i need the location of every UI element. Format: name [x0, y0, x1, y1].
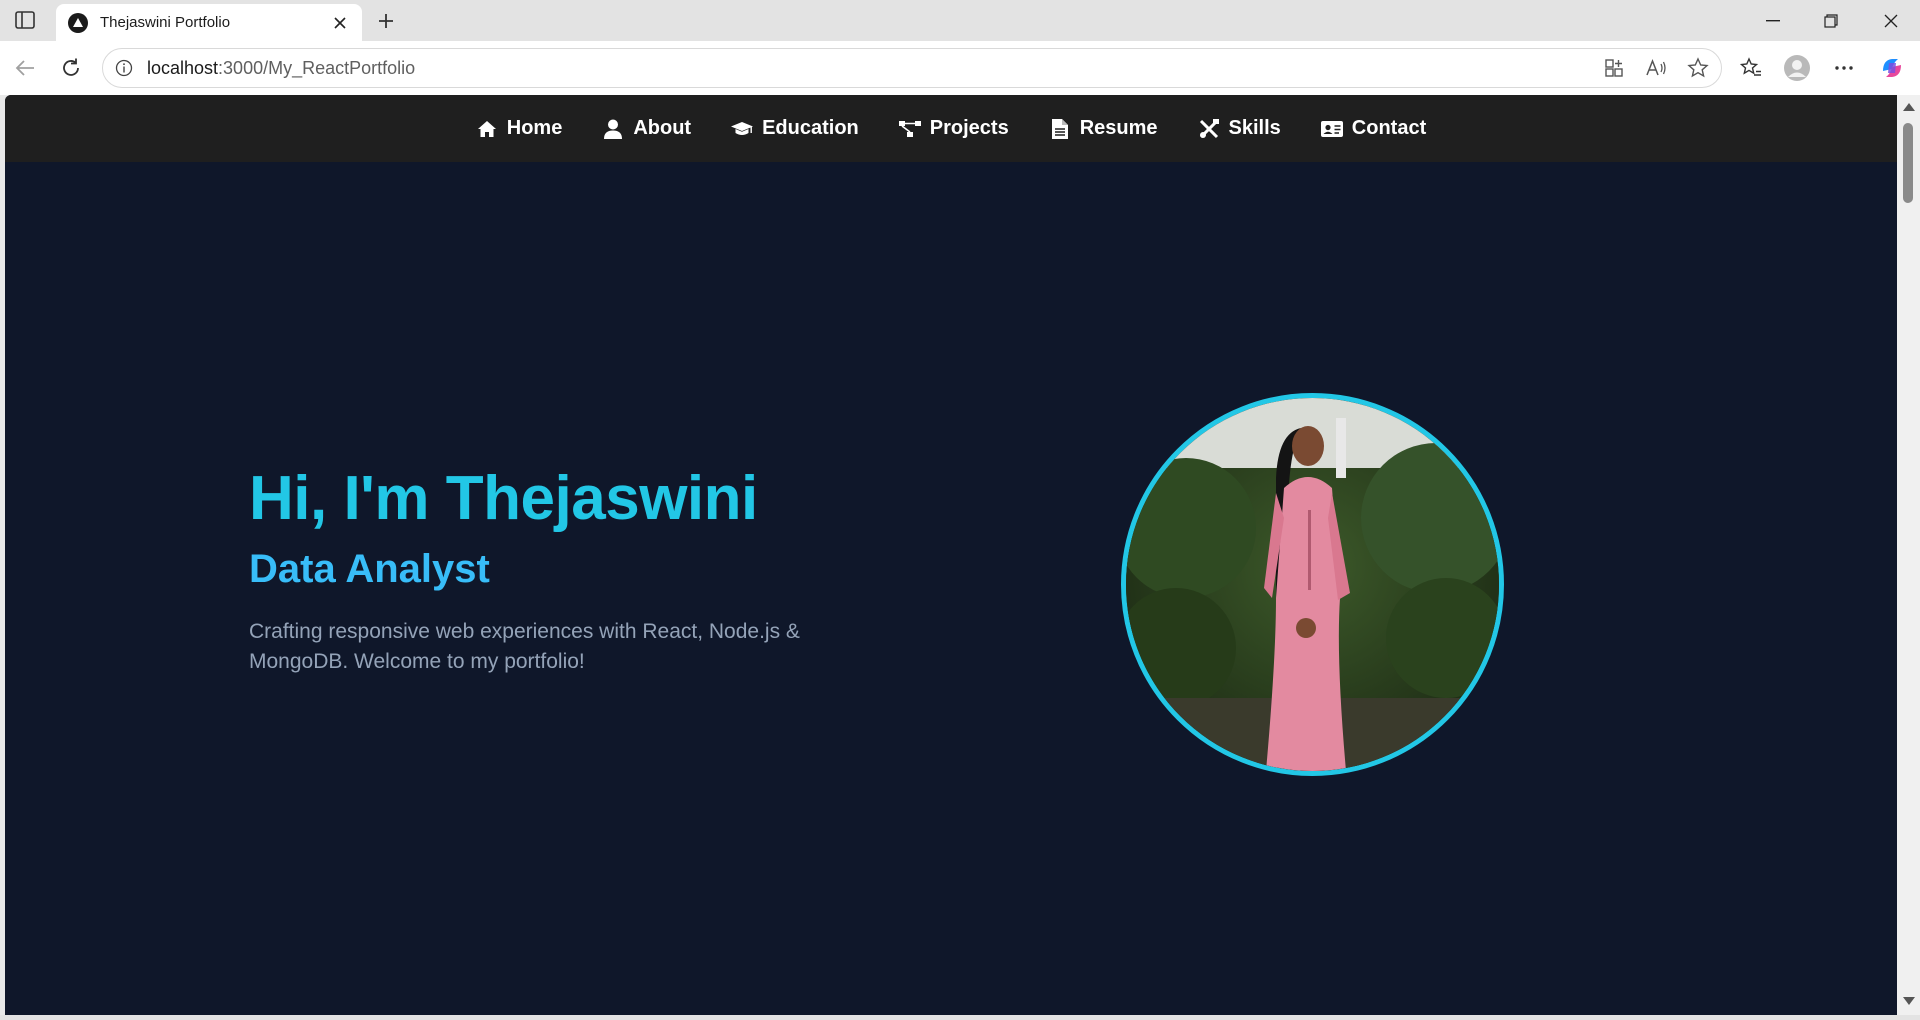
nav-home[interactable]: Home: [476, 117, 563, 140]
new-tab-icon[interactable]: [372, 8, 400, 34]
nav-about[interactable]: About: [602, 117, 691, 140]
tab-strip: Thejaswini Portfolio: [0, 0, 1920, 41]
nav-label: About: [633, 117, 692, 139]
hero-text: Hi, I'm Thejaswini Data Analyst Crafting…: [249, 464, 889, 677]
tab-favicon-icon: [68, 12, 88, 33]
back-icon[interactable]: [8, 51, 42, 85]
home-icon: [476, 118, 498, 140]
window-bottom-edge: [0, 1015, 1920, 1020]
site-navbar: Home About Education Projects Resume Ski…: [5, 95, 1897, 162]
page-scrollbar[interactable]: [1897, 95, 1920, 1015]
nav-resume[interactable]: Resume: [1049, 117, 1158, 140]
file-icon: [1049, 118, 1071, 140]
scroll-up-icon[interactable]: [1902, 101, 1915, 113]
restore-icon[interactable]: [1802, 0, 1860, 41]
scroll-down-icon[interactable]: [1902, 995, 1915, 1007]
hero-title: Hi, I'm Thejaswini: [249, 464, 758, 533]
favorite-star-icon[interactable]: [1685, 55, 1711, 81]
nav-label: Resume: [1079, 117, 1158, 139]
sidebar-toggle-icon[interactable]: [12, 9, 38, 31]
minimize-icon[interactable]: [1744, 0, 1802, 41]
nav-projects[interactable]: Projects: [898, 117, 1009, 140]
nav-label: Education: [762, 117, 859, 139]
nav-label: Projects: [929, 117, 1009, 139]
tab-close-icon[interactable]: [330, 13, 350, 33]
hero-description: Crafting responsive web experiences with…: [249, 620, 800, 674]
page-viewport: Home About Education Projects Resume Ski…: [5, 95, 1897, 1015]
more-options-icon[interactable]: [1827, 51, 1861, 85]
scroll-thumb[interactable]: [1903, 123, 1913, 203]
graduation-cap-icon: [731, 118, 754, 140]
nav-label: Skills: [1228, 117, 1281, 139]
refresh-icon[interactable]: [54, 51, 88, 85]
nav-contact[interactable]: Contact: [1320, 117, 1427, 140]
site-info-icon[interactable]: [113, 57, 135, 79]
profile-photo-image: [1126, 398, 1499, 771]
nav-skills[interactable]: Skills: [1198, 117, 1281, 140]
nav-label: Contact: [1351, 117, 1427, 139]
nav-label: Home: [506, 117, 563, 139]
profile-avatar-icon[interactable]: [1780, 51, 1814, 85]
favorites-icon[interactable]: [1734, 51, 1768, 85]
browser-toolbar: localhost:3000/My_ReactPortfolio: [0, 41, 1920, 95]
profile-photo: [1121, 393, 1504, 776]
tools-icon: [1198, 118, 1220, 140]
copilot-icon[interactable]: [1875, 51, 1909, 85]
nav-education[interactable]: Education: [731, 117, 859, 140]
browser-tab[interactable]: Thejaswini Portfolio: [56, 4, 362, 41]
app-available-icon[interactable]: [1601, 55, 1627, 81]
hero-subtitle: Data Analyst: [249, 547, 490, 592]
address-card-icon: [1320, 118, 1343, 140]
tab-title: Thejaswini Portfolio: [100, 14, 231, 31]
url-text[interactable]: localhost:3000/My_ReactPortfolio: [147, 58, 415, 79]
close-window-icon[interactable]: [1862, 0, 1920, 41]
read-aloud-icon[interactable]: [1643, 55, 1669, 81]
address-bar[interactable]: localhost:3000/My_ReactPortfolio: [102, 48, 1722, 88]
user-icon: [602, 118, 624, 140]
project-diagram-icon: [898, 118, 921, 140]
